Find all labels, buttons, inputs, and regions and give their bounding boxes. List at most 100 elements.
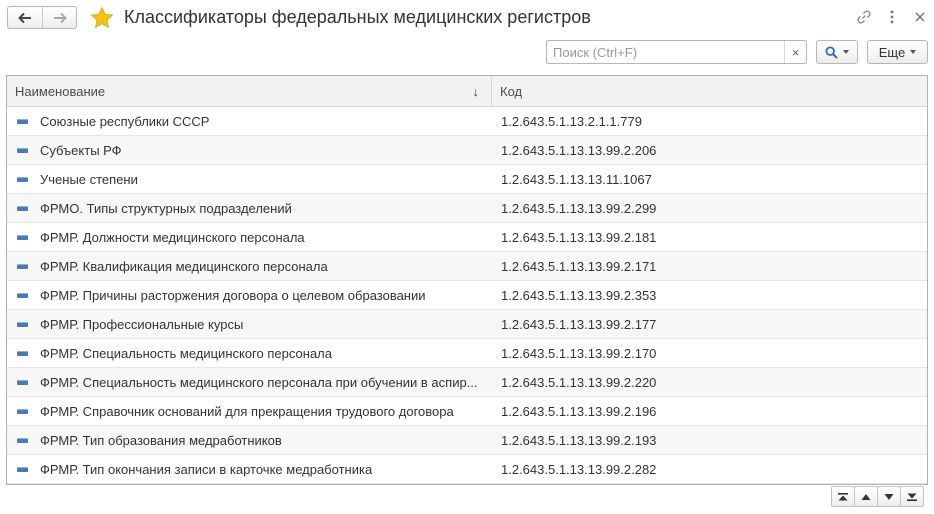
link-icon	[857, 10, 871, 24]
scroll-bottom-icon	[907, 493, 917, 501]
scroll-down-icon	[884, 493, 894, 500]
table-row[interactable]: ФРМР. Специальность медицинского персона…	[7, 339, 927, 368]
favorite-button[interactable]	[90, 6, 114, 30]
row-code: 1.2.643.5.1.13.2.1.1.779	[501, 113, 642, 129]
catalog-item-icon	[17, 147, 28, 153]
forward-button[interactable]	[42, 7, 76, 28]
more-button[interactable]: Еще	[867, 40, 928, 64]
table-row[interactable]: ФРМО. Типы структурных подразделений 1.2.…	[7, 194, 927, 223]
table-row[interactable]: ФРМР. Тип образования медработников 1.2.6…	[7, 426, 927, 455]
table-row[interactable]: ФРМР. Тип окончания записи в карточке ме…	[7, 455, 927, 484]
row-name: ФРМР. Профессиональные курсы	[40, 316, 244, 332]
table-row[interactable]: ФРМР. Должности медицинского персонала 1.…	[7, 223, 927, 252]
scroll-top-button[interactable]	[831, 486, 855, 507]
row-code: 1.2.643.5.1.13.13.99.2.299	[501, 200, 657, 216]
table-row[interactable]: ФРМР. Причины расторжения договора о цел…	[7, 281, 927, 310]
search-input[interactable]	[547, 41, 784, 63]
row-name: Союзные республики СССР	[40, 113, 210, 129]
arrow-left-icon	[18, 12, 31, 23]
row-code: 1.2.643.5.1.13.13.99.2.282	[501, 461, 657, 477]
scroll-top-icon	[838, 492, 848, 500]
catalog-item-icon	[17, 263, 28, 269]
search-button[interactable]	[816, 40, 858, 64]
row-code: 1.2.643.5.1.13.13.99.2.177	[501, 316, 657, 332]
row-name: ФРМР. Специальность медицинского персона…	[40, 374, 478, 390]
table-row[interactable]: ФРМР. Профессиональные курсы 1.2.643.5.1.…	[7, 310, 927, 339]
catalog-item-icon	[17, 118, 28, 124]
scroll-bottom-button[interactable]	[900, 486, 924, 507]
row-code: 1.2.643.5.1.13.13.99.2.193	[501, 432, 657, 448]
link-button[interactable]	[850, 6, 878, 28]
catalog-item-icon	[17, 292, 28, 298]
row-name: ФРМР. Должности медицинского персонала	[40, 229, 305, 245]
row-name-cell: ФРМР. Квалификация медицинского персонал…	[7, 259, 492, 274]
row-name: ФРМР. Специальность медицинского персона…	[40, 345, 332, 361]
row-name: Ученые степени	[40, 171, 138, 187]
column-header-code-label: Код	[500, 83, 523, 99]
row-code: 1.2.643.5.1.13.13.99.2.353	[501, 287, 657, 303]
row-name: ФРМО. Типы структурных подразделений	[40, 200, 292, 216]
row-name-cell: ФРМО. Типы структурных подразделений	[7, 201, 492, 216]
title-bar: Классификаторы федеральных медицинских р…	[0, 0, 934, 36]
more-vertical-icon	[890, 10, 894, 24]
catalog-item-icon	[17, 176, 28, 182]
row-name-cell: Субъекты РФ	[7, 143, 492, 158]
more-button-label: Еще	[878, 44, 906, 60]
close-button[interactable]	[906, 6, 934, 28]
row-name-cell: ФРМР. Справочник оснований для прекращен…	[7, 404, 492, 419]
row-code: 1.2.643.5.1.13.13.11.1067	[501, 171, 652, 187]
table-row[interactable]: Ученые степени 1.2.643.5.1.13.13.11.1067	[7, 165, 927, 194]
row-name-cell: ФРМР. Специальность медицинского персона…	[7, 346, 492, 361]
catalog-item-icon	[17, 234, 28, 240]
row-name: ФРМР. Причины расторжения договора о цел…	[40, 287, 426, 303]
navigation-buttons	[7, 6, 77, 29]
catalog-item-icon	[17, 321, 28, 327]
scroll-up-button[interactable]	[854, 486, 878, 507]
row-name-cell: ФРМР. Должности медицинского персонала	[7, 230, 492, 245]
row-name-cell: ФРМР. Тип образования медработников	[7, 433, 492, 448]
catalog-item-icon	[17, 437, 28, 443]
table-header: Наименование ↓ Код	[7, 76, 927, 107]
row-code: 1.2.643.5.1.13.13.99.2.170	[501, 345, 657, 361]
chevron-down-icon	[843, 50, 849, 54]
row-code: 1.2.643.5.1.13.13.99.2.171	[501, 258, 657, 274]
search-box: ×	[546, 40, 807, 64]
column-header-name[interactable]: Наименование ↓	[7, 76, 492, 106]
row-name-cell: ФРМР. Причины расторжения договора о цел…	[7, 288, 492, 303]
catalog-item-icon	[17, 466, 28, 472]
row-name: ФРМР. Тип окончания записи в карточке ме…	[40, 461, 373, 477]
table-row[interactable]: ФРМР. Справочник оснований для прекращен…	[7, 397, 927, 426]
close-icon	[915, 12, 925, 22]
catalog-item-icon	[17, 408, 28, 414]
table-row[interactable]: ФРМР. Специальность медицинского персона…	[7, 368, 927, 397]
catalog-item-icon	[17, 350, 28, 356]
column-header-name-label: Наименование	[15, 83, 106, 99]
arrow-right-icon	[53, 12, 67, 23]
row-name: Субъекты РФ	[40, 142, 122, 158]
row-name: ФРМР. Квалификация медицинского персонал…	[40, 258, 328, 274]
table-scroll-buttons	[831, 486, 924, 507]
back-button[interactable]	[8, 7, 42, 28]
column-header-code[interactable]: Код	[492, 76, 927, 106]
row-name: ФРМР. Справочник оснований для прекращен…	[40, 403, 454, 419]
classifiers-table: Наименование ↓ Код Союзные республики СС…	[6, 75, 928, 485]
table-row[interactable]: ФРМР. Квалификация медицинского персонал…	[7, 252, 927, 281]
table-row[interactable]: Субъекты РФ 1.2.643.5.1.13.13.99.2.206	[7, 136, 927, 165]
row-code: 1.2.643.5.1.13.13.99.2.206	[501, 142, 657, 158]
star-icon	[90, 6, 114, 29]
table-row[interactable]: Союзные республики СССР 1.2.643.5.1.13.2.…	[7, 107, 927, 136]
search-icon	[825, 45, 838, 59]
scroll-up-icon	[861, 493, 871, 500]
search-clear-button[interactable]: ×	[784, 41, 806, 63]
scroll-down-button[interactable]	[877, 486, 901, 507]
catalog-item-icon	[17, 205, 28, 211]
row-code: 1.2.643.5.1.13.13.99.2.196	[501, 403, 657, 419]
row-name-cell: Ученые степени	[7, 172, 492, 187]
row-name-cell: ФРМР. Тип окончания записи в карточке ме…	[7, 462, 492, 477]
catalog-item-icon	[17, 379, 28, 385]
row-code: 1.2.643.5.1.13.13.99.2.220	[501, 374, 657, 390]
sort-descending-icon: ↓	[472, 84, 480, 99]
row-name-cell: ФРМР. Специальность медицинского персона…	[7, 375, 492, 390]
table-body: Союзные республики СССР 1.2.643.5.1.13.2.…	[7, 107, 927, 484]
menu-button[interactable]	[878, 6, 906, 28]
